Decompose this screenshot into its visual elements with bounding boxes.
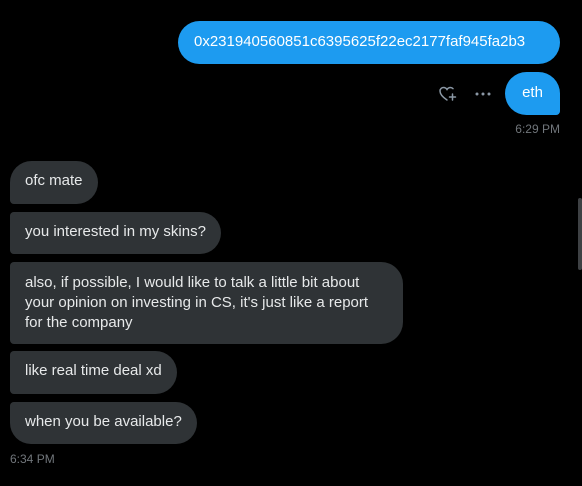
incoming-timestamp: 6:34 PM [10, 452, 55, 466]
heart-plus-icon[interactable] [438, 85, 458, 103]
outgoing-timestamp: 6:29 PM [515, 122, 560, 136]
message-text: eth [522, 84, 543, 101]
message-line: your opinion on investing in CS, it's ju… [25, 294, 369, 311]
heart-plus-icon-svg [439, 86, 457, 101]
outgoing-message-eth[interactable]: eth [505, 72, 560, 115]
more-dots-icon-svg [475, 92, 491, 96]
message-line: for the company [25, 314, 133, 331]
message-text: ofc mate [25, 172, 83, 189]
message-text: 0x231940560851c6395625f22ec2177faf945fa2… [194, 33, 526, 50]
scrollbar-thumb[interactable] [578, 198, 582, 270]
incoming-message[interactable]: also, if possible, I would like to talk … [10, 262, 403, 344]
message-text: when you be available? [25, 413, 182, 430]
incoming-message[interactable]: like real time deal xd [10, 351, 177, 394]
message-text: you interested in my skins? [25, 223, 206, 240]
outgoing-message-wallet[interactable]: 0x231940560851c6395625f22ec2177faf945fa2… [178, 21, 560, 64]
message-line: also, if possible, I would like to talk … [25, 274, 360, 291]
incoming-message[interactable]: ofc mate [10, 161, 98, 204]
incoming-message[interactable]: you interested in my skins? [10, 212, 221, 254]
message-text: like real time deal xd [25, 362, 162, 379]
more-dots-icon[interactable] [473, 85, 493, 103]
incoming-message[interactable]: when you be available? [10, 402, 197, 444]
